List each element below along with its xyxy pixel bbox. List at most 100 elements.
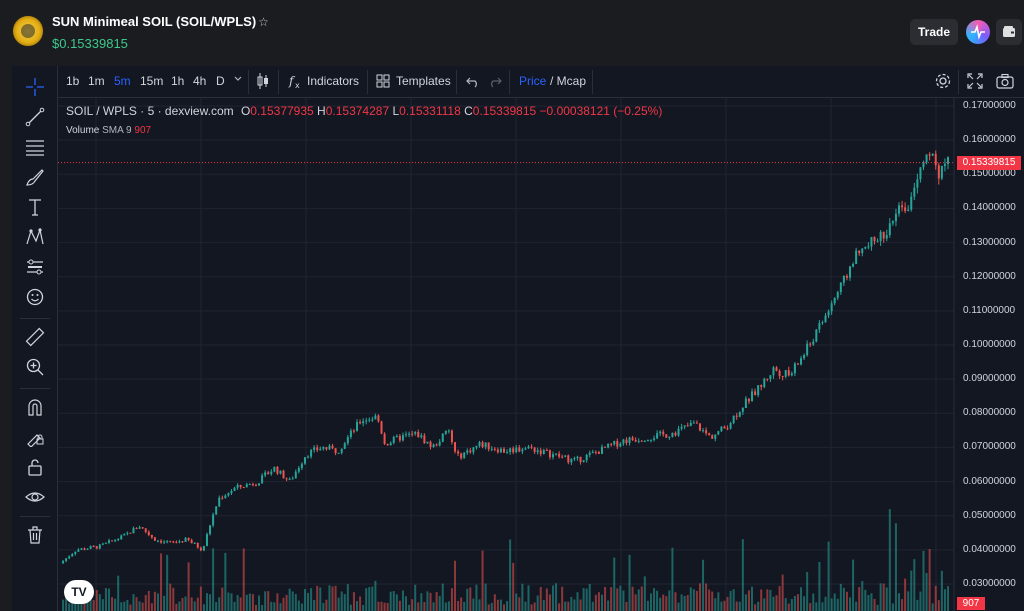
legend-high: 0.15374287 (325, 104, 390, 118)
unlock-icon[interactable] (22, 454, 48, 480)
candle-body (432, 444, 435, 447)
candle-body (153, 537, 156, 541)
mcap-toggle[interactable]: / Mcap (550, 74, 586, 88)
candle-body (313, 447, 316, 450)
volume-bar (597, 592, 600, 611)
price-axis-tick: 0.14000000 (963, 202, 1016, 214)
volume-bar (919, 591, 922, 611)
trade-button[interactable]: Trade (910, 19, 958, 45)
volume-bar (894, 523, 897, 611)
redo-icon[interactable] (488, 74, 502, 91)
candle-body (435, 444, 438, 446)
candle-body (472, 447, 475, 453)
pulsechain-icon[interactable] (966, 20, 990, 44)
price-toggle[interactable]: Price (519, 74, 546, 88)
zoom-in-icon[interactable] (22, 354, 48, 380)
toolbar-divider (456, 70, 457, 94)
candle-body (858, 250, 861, 254)
camera-icon[interactable] (996, 73, 1014, 92)
candle-body (732, 415, 735, 424)
chart-area[interactable]: SOIL / WPLS · 5 · dexview.com O0.1537793… (58, 98, 1024, 611)
candle-body (769, 375, 772, 379)
candle-body (607, 443, 610, 448)
token-logo-icon (11, 14, 45, 48)
magnet-icon[interactable] (22, 394, 48, 420)
volume-bar (796, 594, 799, 611)
volume-bar (891, 603, 894, 611)
volume-bar (861, 580, 864, 611)
candle-body (340, 448, 343, 453)
volume-bar (775, 595, 778, 611)
undo-icon[interactable] (466, 74, 480, 91)
volume-bar (135, 597, 138, 611)
candle-body (178, 541, 181, 543)
volume-bar (484, 583, 487, 611)
interval-1m[interactable]: 1m (88, 74, 105, 88)
fib-lines-icon[interactable] (22, 134, 48, 160)
candle-body (227, 493, 230, 496)
volume-bar (800, 587, 803, 611)
interval-1b[interactable]: 1b (66, 74, 79, 88)
indicators-button[interactable]: Indicators (307, 74, 359, 88)
legend-close: 0.15339815 (472, 104, 537, 118)
trend-line-icon[interactable] (22, 104, 48, 130)
candle-body (852, 263, 855, 267)
volume-bar (261, 604, 264, 611)
lock-drawings-icon[interactable] (22, 424, 48, 450)
candle-body (380, 421, 383, 434)
candle-body (328, 445, 331, 450)
candle-body (160, 540, 163, 543)
legend-symbol[interactable]: SOIL / WPLS · 5 · dexview.com (66, 104, 234, 118)
forecast-icon[interactable] (22, 254, 48, 280)
volume-bar (671, 547, 674, 611)
interval-15m[interactable]: 15m (140, 74, 163, 88)
volume-bar (711, 591, 714, 611)
volume-bar (607, 600, 610, 611)
interval-1h[interactable]: 1h (171, 74, 184, 88)
volume-bar (454, 560, 457, 611)
interval-4h[interactable]: 4h (193, 74, 206, 88)
templates-icon[interactable] (376, 74, 390, 91)
candle-body (261, 475, 264, 484)
fullscreen-icon[interactable] (967, 73, 983, 92)
text-icon[interactable] (22, 194, 48, 220)
volume-bar (530, 604, 533, 611)
volume-bar (95, 590, 98, 611)
templates-button[interactable]: Templates (396, 74, 451, 88)
candle-body (444, 430, 447, 434)
candle-body (83, 548, 86, 550)
crosshair-icon[interactable] (22, 74, 48, 100)
candle-body (98, 544, 101, 549)
fx-icon[interactable]: fx (288, 73, 304, 92)
brush-icon[interactable] (22, 164, 48, 190)
interval-5m[interactable]: 5m (114, 74, 131, 88)
tradingview-logo[interactable]: TV (64, 580, 94, 604)
trash-icon[interactable] (22, 522, 48, 548)
volume-bar (916, 599, 919, 611)
candle-body (689, 422, 692, 426)
candles-icon[interactable] (256, 72, 270, 93)
eye-icon[interactable] (22, 484, 48, 510)
gear-icon[interactable] (934, 72, 952, 93)
volume-bar (331, 586, 334, 611)
star-icon[interactable]: ☆ (258, 15, 269, 29)
wallet-icon[interactable] (996, 19, 1022, 45)
chevron-down-icon[interactable] (233, 73, 243, 87)
candle-body (135, 528, 138, 530)
candle-body (288, 478, 291, 480)
volume-bar (506, 601, 509, 611)
interval-d[interactable]: D (216, 74, 225, 88)
volume-bar (867, 595, 870, 611)
candle-body (533, 447, 536, 452)
smiley-icon[interactable] (22, 284, 48, 310)
candle-body (683, 425, 686, 427)
ruler-icon[interactable] (22, 324, 48, 350)
pattern-icon[interactable] (22, 224, 48, 250)
volume-bar (769, 589, 772, 611)
price-chart[interactable] (58, 98, 1024, 611)
volume-bar (882, 583, 885, 611)
volume-bar (600, 594, 603, 611)
candle-body (169, 541, 172, 543)
volume-bar (178, 601, 181, 611)
candle-body (741, 408, 744, 412)
